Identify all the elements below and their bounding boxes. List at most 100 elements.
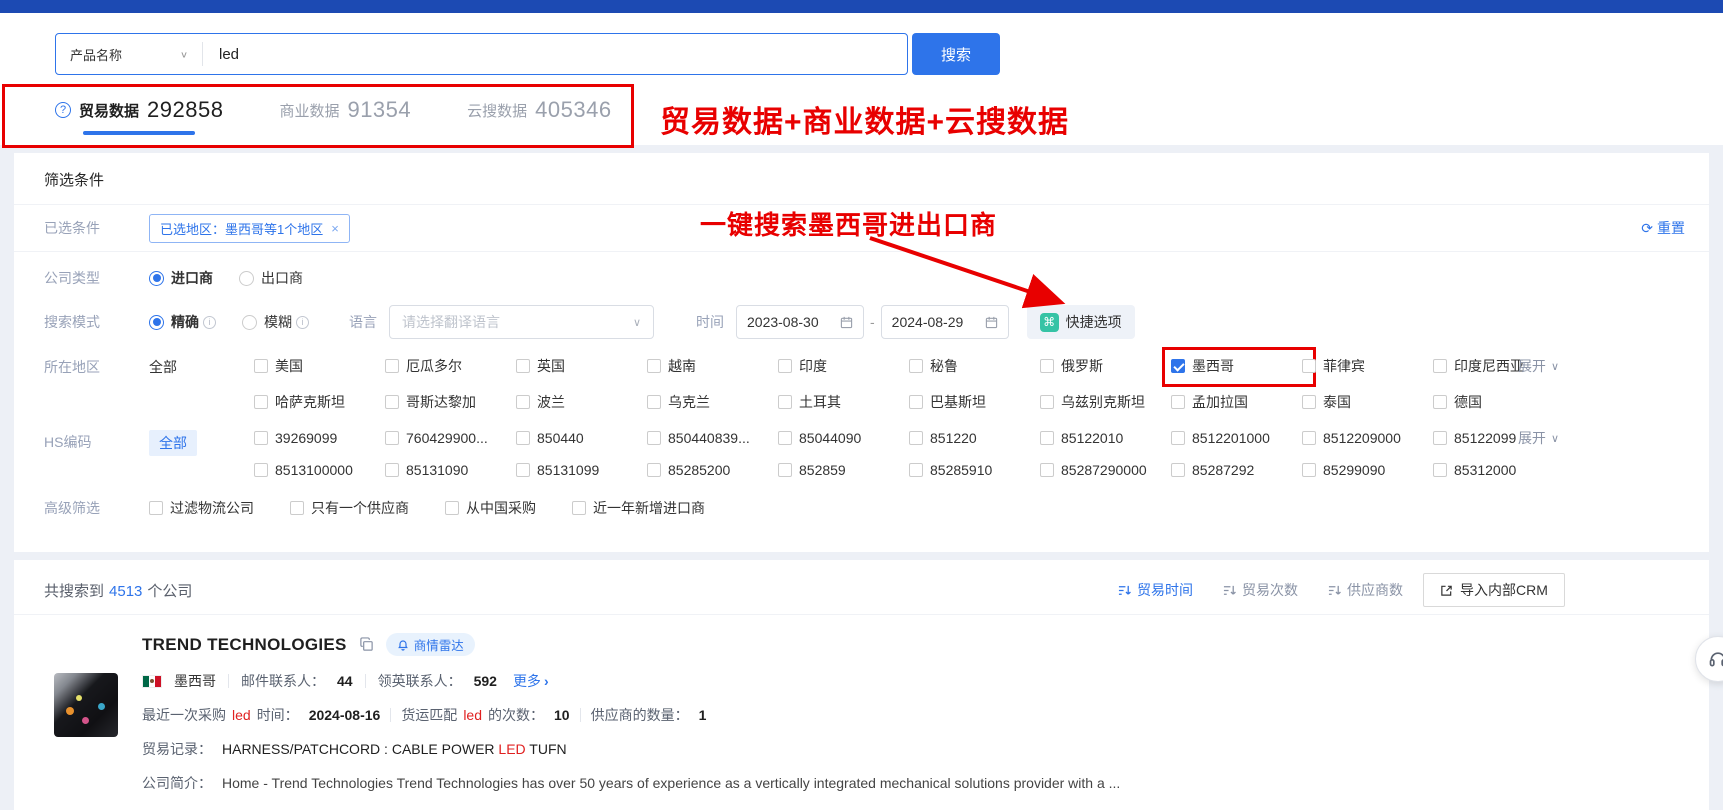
region-checkbox[interactable]: 德国 [1433, 392, 1564, 412]
checkbox-icon [149, 501, 163, 515]
hs-code-checkbox[interactable]: 85122010 [1040, 430, 1171, 446]
checkbox-icon [1302, 359, 1316, 373]
results-summary: 共搜索到4513个公司 [44, 580, 192, 601]
hs-code-checkbox[interactable]: 850440839... [647, 430, 778, 446]
region-checkbox[interactable]: 孟加拉国 [1171, 392, 1302, 412]
hs-code-checkbox[interactable]: 85285910 [909, 462, 1040, 478]
info-icon[interactable] [296, 316, 309, 329]
hs-code-filter-row: HS编码 全部 39269099 760429900... 850440 850… [14, 416, 1709, 478]
chevron-right-icon: › [544, 673, 549, 689]
hs-code-checkbox[interactable]: 8513100000 [254, 462, 385, 478]
info-icon[interactable] [203, 316, 216, 329]
hs-expand-link[interactable]: 展开 ∨ [1518, 428, 1559, 448]
calendar-icon [985, 316, 998, 329]
hs-code-checkbox[interactable]: 85287292 [1171, 462, 1302, 478]
hs-code-checkbox[interactable]: 85131090 [385, 462, 516, 478]
region-checkbox[interactable]: 波兰 [516, 392, 647, 412]
region-checkbox[interactable]: 美国 [254, 356, 385, 376]
import-crm-button[interactable]: 导入内部CRM [1423, 573, 1565, 607]
region-checkbox[interactable]: 越南 [647, 356, 778, 376]
region-checkbox[interactable]: 土耳其 [778, 392, 909, 412]
region-checkbox[interactable]: 厄瓜多尔 [385, 356, 516, 376]
sort-supplier-count[interactable]: 供应商数 [1328, 580, 1403, 600]
chevron-down-icon: ∨ [1551, 432, 1559, 445]
hs-code-checkbox[interactable]: 85131099 [516, 462, 647, 478]
checkbox-icon [572, 501, 586, 515]
trade-record-row: 贸易记录： HARNESS/PATCHCORD : CABLE POWER LE… [142, 739, 1709, 759]
search-input[interactable] [203, 46, 907, 63]
checkbox-icon [385, 395, 399, 409]
company-card[interactable]: TREND TECHNOLOGIES 商情雷达 墨西哥 邮件联系人： 44 领英… [14, 617, 1709, 810]
checkbox-icon [1171, 431, 1185, 445]
date-from-input[interactable]: 2023-08-30 [736, 305, 864, 339]
checkbox-icon [516, 431, 530, 445]
quick-options-button[interactable]: ⌘ 快捷选项 [1027, 305, 1135, 339]
hs-code-checkbox[interactable]: 851220 [909, 430, 1040, 446]
date-to-input[interactable]: 2024-08-29 [881, 305, 1009, 339]
region-checkbox[interactable]: 泰国 [1302, 392, 1433, 412]
company-profile-row: 公司简介： Home - Trend Technologies Trend Te… [142, 773, 1709, 793]
hs-code-checkbox[interactable]: 85285200 [647, 462, 778, 478]
checkbox-icon [909, 359, 923, 373]
region-checkbox[interactable]: 秘鲁 [909, 356, 1040, 376]
checkbox-icon [1433, 463, 1447, 477]
more-link[interactable]: 更多 › [513, 671, 549, 691]
selected-region-tag[interactable]: 已选地区：墨西哥等1个地区 × [149, 214, 350, 243]
sort-icon [1328, 584, 1341, 597]
hs-all-option[interactable]: 全部 [149, 430, 197, 456]
keyword-highlight: led [463, 707, 482, 723]
checkbox-icon [254, 463, 268, 477]
radio-exact-mode[interactable]: 精确 [149, 312, 216, 332]
region-checkbox[interactable]: 乌克兰 [647, 392, 778, 412]
region-checkbox-grid: 美国 厄瓜多尔 英国 越南 印度 秘鲁 俄罗斯 墨西哥 菲律宾 印度尼西亚 哈萨… [254, 356, 1564, 412]
results-header: 共搜索到4513个公司 贸易时间 贸易次数 供应商数 导入内部CRM [14, 566, 1709, 614]
hs-code-checkbox[interactable]: 85312000 [1433, 462, 1564, 478]
radio-fuzzy-mode[interactable]: 模糊 [242, 312, 309, 332]
advanced-checkbox[interactable]: 近一年新增进口商 [572, 498, 705, 518]
company-name[interactable]: TREND TECHNOLOGIES [142, 635, 347, 655]
translation-language-select[interactable]: 请选择翻译语言 ∨ [389, 305, 654, 339]
remove-tag-icon[interactable]: × [331, 221, 339, 236]
region-checkbox[interactable]: 乌兹别克斯坦 [1040, 392, 1171, 412]
region-all-option[interactable]: 全部 [149, 357, 254, 377]
company-thumbnail [54, 673, 118, 737]
business-radar-badge[interactable]: 商情雷达 [386, 633, 475, 656]
checkbox-checked-icon [1171, 359, 1185, 373]
sort-icon [1223, 584, 1236, 597]
region-checkbox-mexico[interactable]: 墨西哥 [1171, 356, 1302, 376]
hs-code-checkbox[interactable]: 85044090 [778, 430, 909, 446]
keyword-highlight: led [232, 707, 251, 723]
hs-code-checkbox[interactable]: 850440 [516, 430, 647, 446]
radio-exporter[interactable]: 出口商 [239, 268, 303, 288]
annotation-text-data-sources: 贸易数据+商业数据+云搜数据 [660, 97, 1069, 141]
region-expand-link[interactable]: 展开 ∨ [1518, 356, 1559, 376]
region-checkbox[interactable]: 俄罗斯 [1040, 356, 1171, 376]
hs-code-checkbox[interactable]: 852859 [778, 462, 909, 478]
region-checkbox[interactable]: 印度 [778, 356, 909, 376]
advanced-checkbox[interactable]: 只有一个供应商 [290, 498, 409, 518]
sort-trade-time[interactable]: 贸易时间 [1118, 580, 1193, 600]
copy-icon[interactable] [359, 637, 374, 652]
radio-importer[interactable]: 进口商 [149, 268, 213, 288]
region-checkbox[interactable]: 巴基斯坦 [909, 392, 1040, 412]
region-checkbox[interactable]: 哈萨克斯坦 [254, 392, 385, 412]
search-mode-row: 搜索模式 精确 模糊 语言 请选择翻译语言 ∨ 时间 2023-08-30 - … [14, 302, 1709, 342]
search-button[interactable]: 搜索 [912, 33, 1000, 75]
hs-code-checkbox[interactable]: 760429900... [385, 430, 516, 446]
reset-filters-link[interactable]: ⟳ 重置 [1641, 218, 1685, 238]
region-checkbox[interactable]: 英国 [516, 356, 647, 376]
checkbox-icon [254, 431, 268, 445]
hs-code-checkbox[interactable]: 85287290000 [1040, 462, 1171, 478]
region-checkbox[interactable]: 哥斯达黎加 [385, 392, 516, 412]
advanced-checkbox[interactable]: 过滤物流公司 [149, 498, 254, 518]
sort-trade-count[interactable]: 贸易次数 [1223, 580, 1298, 600]
hs-code-checkbox[interactable]: 8512201000 [1171, 430, 1302, 446]
hs-code-checkbox[interactable]: 85299090 [1302, 462, 1433, 478]
hs-code-checkbox[interactable]: 8512209000 [1302, 430, 1433, 446]
radio-icon [242, 315, 257, 330]
search-category-select[interactable]: 产品名称 ∨ [56, 45, 202, 64]
checkbox-icon [647, 463, 661, 477]
advanced-checkbox[interactable]: 从中国采购 [445, 498, 536, 518]
region-checkbox[interactable]: 菲律宾 [1302, 356, 1433, 376]
hs-code-checkbox[interactable]: 39269099 [254, 430, 385, 446]
